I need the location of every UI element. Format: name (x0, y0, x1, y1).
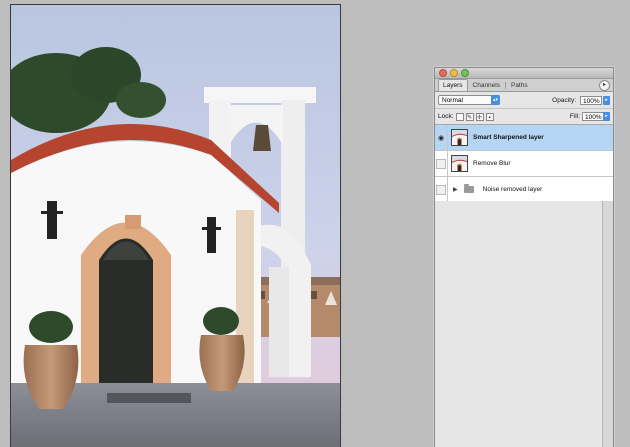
opacity-stepper-icon[interactable]: ▸ (603, 95, 610, 105)
panel-menu-icon[interactable]: ▸ (599, 80, 610, 91)
visibility-toggle[interactable] (435, 151, 448, 176)
opacity-label: Opacity: (552, 96, 576, 104)
layer-thumbnail (451, 155, 468, 172)
lock-transparency-icon[interactable] (455, 112, 464, 121)
layer-thumbnail (451, 129, 468, 146)
lock-position-icon[interactable]: ✛ (475, 112, 484, 121)
fill-stepper-icon[interactable]: ▸ (603, 112, 610, 121)
visibility-toggle[interactable]: ◉ (435, 125, 448, 150)
tab-channels[interactable]: Channels (468, 79, 505, 91)
blend-mode-value: Normal (442, 97, 463, 104)
lock-pixels-icon[interactable]: ✎ (465, 112, 474, 121)
close-window-button[interactable] (439, 69, 447, 77)
layer-remove-blur[interactable]: Remove Blur (435, 151, 613, 177)
opacity-input[interactable]: 100% (580, 95, 602, 105)
blend-mode-select[interactable]: Normal ▴▾ (438, 95, 500, 105)
tab-paths[interactable]: Paths (506, 79, 533, 91)
layer-name[interactable]: Noise removed layer (483, 186, 543, 193)
zoom-window-button[interactable] (461, 69, 469, 77)
minimize-window-button[interactable] (450, 69, 458, 77)
lock-fill-row: Lock: ✎ ✛ ▪ Fill: 100% ▸ (435, 109, 613, 125)
visibility-off-box (436, 184, 446, 195)
disclosure-triangle-icon[interactable]: ▶ (453, 186, 458, 193)
visibility-toggle[interactable] (435, 177, 448, 202)
lock-label: Lock: (438, 113, 454, 120)
layers-panel: Layers Channels Paths ▸ Normal ▴▾ Opacit… (434, 67, 614, 447)
lock-all-icon[interactable]: ▪ (485, 112, 494, 121)
panel-scrollbar[interactable] (602, 201, 613, 447)
folder-icon (463, 184, 474, 193)
layer-name[interactable]: Remove Blur (473, 160, 511, 167)
layers-empty-area (435, 201, 613, 447)
fill-input[interactable]: 100% (582, 112, 604, 121)
layer-smart-sharpened[interactable]: ◉ Smart Sharpened layer (435, 125, 613, 151)
layer-group-noise-removed[interactable]: ▶ Noise removed layer (435, 177, 613, 203)
tab-layers[interactable]: Layers (438, 79, 468, 91)
document-canvas[interactable] (10, 4, 341, 447)
panel-tabs: Layers Channels Paths ▸ (435, 79, 613, 92)
chapel-photo (11, 5, 340, 447)
layers-list: ◉ Smart Sharpened layer Remove Blur ▶ No… (435, 125, 613, 203)
fill-label: Fill: (569, 113, 580, 120)
select-arrow-icon: ▴▾ (491, 95, 500, 105)
eye-icon: ◉ (437, 134, 445, 142)
panel-titlebar[interactable] (435, 68, 613, 79)
layer-name[interactable]: Smart Sharpened layer (473, 134, 544, 141)
blend-opacity-row: Normal ▴▾ Opacity: 100% ▸ (435, 92, 613, 109)
visibility-off-box (436, 158, 446, 169)
